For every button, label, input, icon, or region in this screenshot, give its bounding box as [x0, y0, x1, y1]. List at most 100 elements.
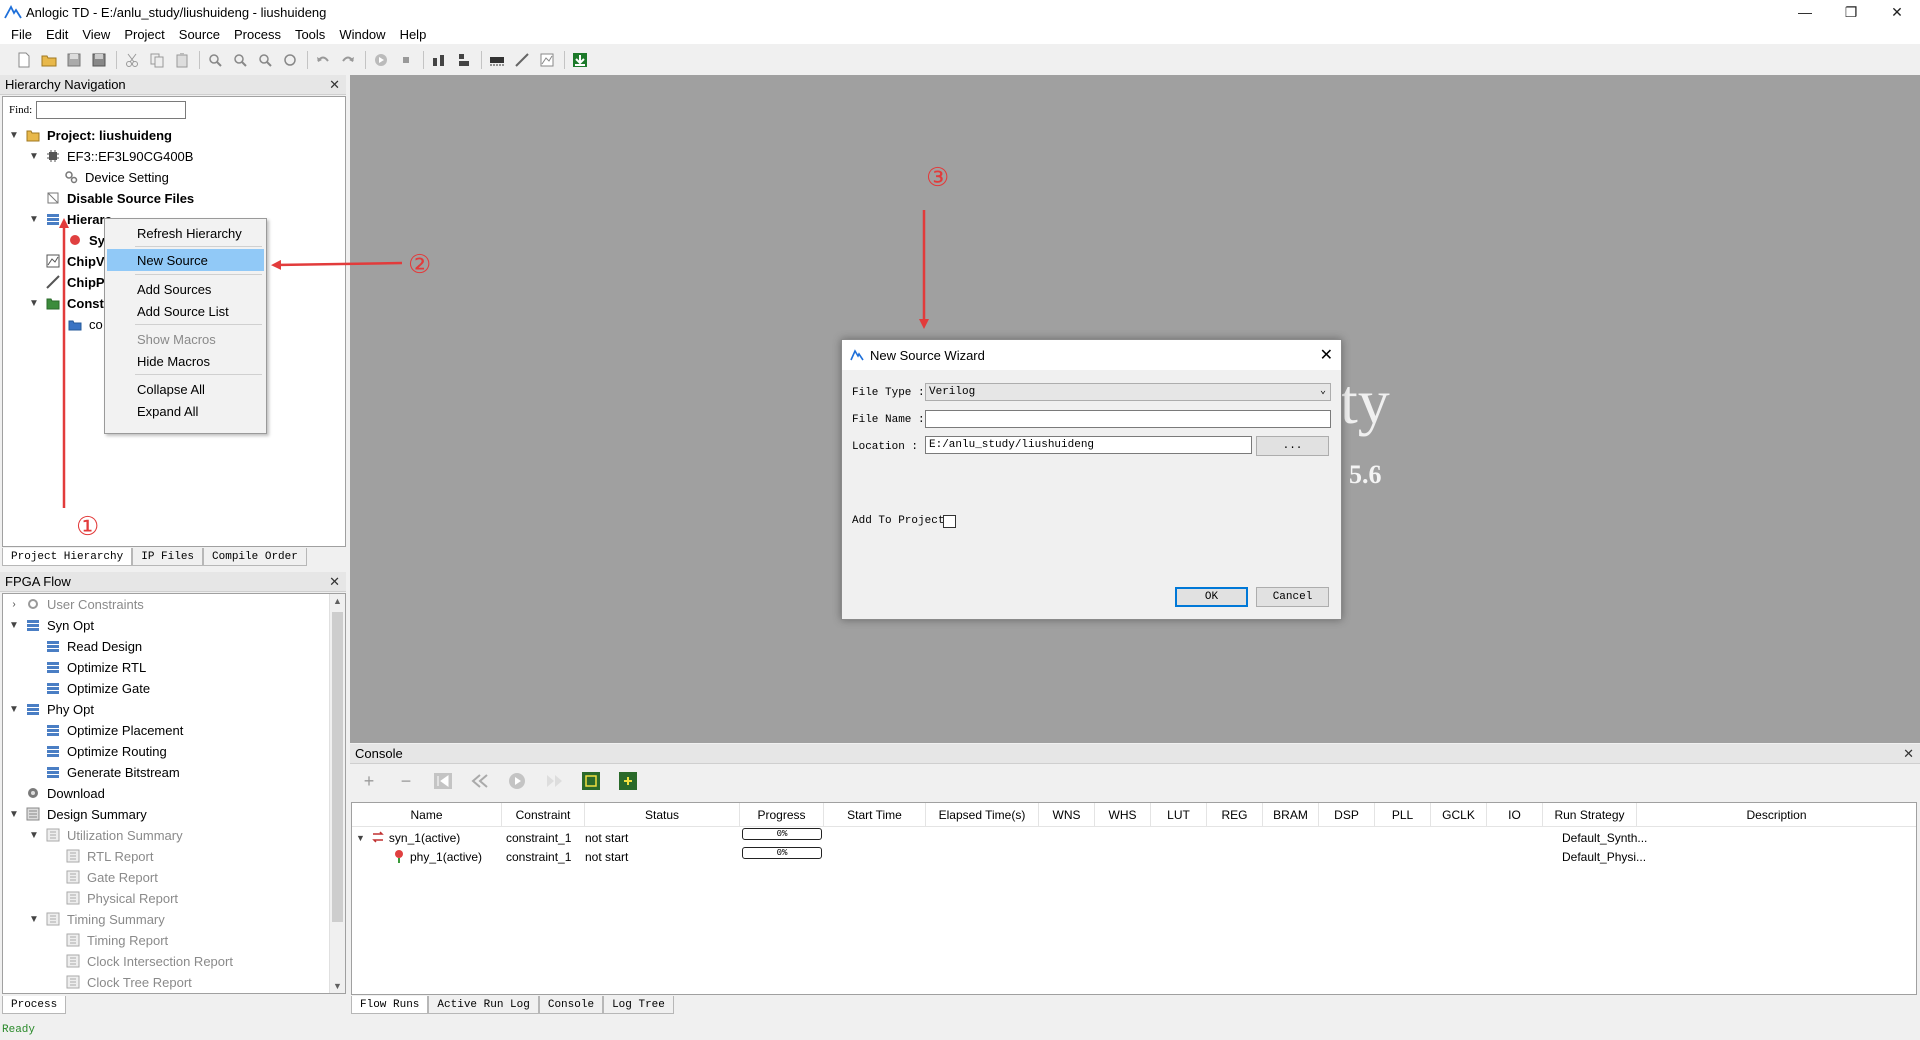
- flow-item-clock-intersection-report[interactable]: Clock Intersection Report: [65, 951, 233, 971]
- flow-item-read-design[interactable]: Read Design: [45, 636, 142, 656]
- back-icon[interactable]: [469, 770, 491, 792]
- launch-run-icon[interactable]: [580, 770, 602, 792]
- flow-item-design-summary[interactable]: ▼ Design Summary: [7, 804, 147, 824]
- find-input[interactable]: [36, 101, 187, 119]
- tab-flow-runs[interactable]: Flow Runs: [351, 996, 429, 1014]
- maximize-button[interactable]: ❐: [1828, 0, 1874, 24]
- flow-item-clock-tree-report[interactable]: Clock Tree Report: [65, 972, 192, 992]
- menu-item-refresh-hierarchy[interactable]: Refresh Hierarchy: [107, 222, 264, 244]
- menu-item-hide-macros[interactable]: Hide Macros: [107, 350, 264, 372]
- menu-item-show-macros[interactable]: Show Macros: [107, 328, 264, 350]
- step-forward-icon[interactable]: [543, 770, 565, 792]
- redo-icon[interactable]: [338, 50, 358, 70]
- chevron-down-icon[interactable]: ▼: [7, 809, 21, 820]
- column-header[interactable]: Status: [585, 803, 740, 827]
- chevron-down-icon[interactable]: ▼: [356, 833, 365, 843]
- tree-item-project[interactable]: ▼ Project: liushuideng: [7, 125, 172, 145]
- tab-process[interactable]: Process: [2, 996, 67, 1014]
- flow-item-user-constraints[interactable]: › User Constraints: [7, 594, 143, 614]
- location-input[interactable]: E:/anlu_study/liushuideng: [925, 436, 1252, 454]
- column-header[interactable]: Progress: [740, 803, 824, 827]
- chevron-down-icon[interactable]: ▼: [27, 214, 41, 225]
- tab-ip-files[interactable]: IP Files: [132, 548, 204, 566]
- menu-edit[interactable]: Edit: [39, 27, 75, 42]
- browse-button[interactable]: ...: [1256, 436, 1329, 456]
- column-header[interactable]: GCLK: [1431, 803, 1487, 827]
- tree-item-constraint-file[interactable]: co: [67, 314, 103, 334]
- menu-process[interactable]: Process: [227, 27, 288, 42]
- file-type-select[interactable]: Verilog ⌄: [925, 383, 1331, 401]
- column-header[interactable]: Start Time: [824, 803, 926, 827]
- scrollbar-thumb[interactable]: [332, 612, 343, 922]
- remove-icon[interactable]: −: [395, 770, 417, 792]
- find-icon[interactable]: [205, 50, 225, 70]
- chevron-down-icon[interactable]: ▼: [27, 298, 41, 309]
- tab-log-tree[interactable]: Log Tree: [603, 996, 674, 1014]
- tree-item-constraints[interactable]: ▼ Const: [27, 293, 104, 313]
- menu-tools[interactable]: Tools: [288, 27, 332, 42]
- menu-file[interactable]: File: [4, 27, 39, 42]
- flow-item-generate-bitstream[interactable]: Generate Bitstream: [45, 762, 180, 782]
- minimize-button[interactable]: —: [1782, 0, 1828, 24]
- close-window-button[interactable]: ✕: [1874, 0, 1920, 24]
- scroll-down-icon[interactable]: ▼: [333, 981, 342, 991]
- column-header[interactable]: DSP: [1319, 803, 1375, 827]
- run-icon[interactable]: [371, 50, 391, 70]
- probe-icon[interactable]: [512, 50, 532, 70]
- column-header[interactable]: WHS: [1095, 803, 1151, 827]
- tab-console[interactable]: Console: [538, 996, 604, 1014]
- undo-icon[interactable]: [313, 50, 333, 70]
- table-row[interactable]: phy_1(active): [392, 848, 482, 866]
- chevron-down-icon[interactable]: ▼: [27, 830, 41, 841]
- menu-view[interactable]: View: [75, 27, 117, 42]
- timing-icon[interactable]: [537, 50, 557, 70]
- menu-help[interactable]: Help: [393, 27, 434, 42]
- close-icon[interactable]: ✕: [1903, 746, 1914, 762]
- flow-item-utilization-summary[interactable]: ▼ Utilization Summary: [27, 825, 183, 845]
- tree-item-top-module[interactable]: Sy: [67, 230, 105, 250]
- menu-item-add-sources[interactable]: Add Sources: [107, 278, 264, 300]
- column-header[interactable]: PLL: [1375, 803, 1431, 827]
- menu-item-expand-all[interactable]: Expand All: [107, 400, 264, 422]
- copy-icon[interactable]: [147, 50, 167, 70]
- run-circle-icon[interactable]: [506, 770, 528, 792]
- flow-item-phy-opt[interactable]: ▼ Phy Opt: [7, 699, 94, 719]
- tech-view-icon[interactable]: [454, 50, 474, 70]
- stop-icon[interactable]: [396, 50, 416, 70]
- tree-item-chipwatcher[interactable]: ChipV: [45, 251, 105, 271]
- chevron-right-icon[interactable]: ›: [7, 599, 21, 610]
- chevron-down-icon[interactable]: ▼: [27, 151, 41, 162]
- tree-item-disable-source[interactable]: Disable Source Files: [45, 188, 194, 208]
- table-row[interactable]: ▼ syn_1(active): [356, 829, 460, 847]
- column-header[interactable]: IO: [1487, 803, 1543, 827]
- cut-icon[interactable]: [122, 50, 142, 70]
- replace-icon[interactable]: [280, 50, 300, 70]
- column-header[interactable]: WNS: [1039, 803, 1095, 827]
- flow-item-timing-summary[interactable]: ▼ Timing Summary: [27, 909, 165, 929]
- chip-viewer-icon[interactable]: [487, 50, 507, 70]
- flow-item-physical-report[interactable]: Physical Report: [65, 888, 178, 908]
- flow-item-download[interactable]: Download: [25, 783, 105, 803]
- menu-window[interactable]: Window: [332, 27, 392, 42]
- column-header[interactable]: Elapsed Time(s): [926, 803, 1039, 827]
- cancel-button[interactable]: Cancel: [1256, 587, 1329, 607]
- tab-compile-order[interactable]: Compile Order: [203, 548, 307, 566]
- add-icon[interactable]: +: [358, 770, 380, 792]
- launch-impl-icon[interactable]: [617, 770, 639, 792]
- column-header[interactable]: LUT: [1151, 803, 1207, 827]
- save-all-icon[interactable]: [89, 50, 109, 70]
- file-name-input[interactable]: [925, 410, 1331, 428]
- reset-run-icon[interactable]: [432, 770, 454, 792]
- new-file-icon[interactable]: [14, 50, 34, 70]
- column-header[interactable]: REG: [1207, 803, 1263, 827]
- ok-button[interactable]: OK: [1175, 587, 1248, 607]
- menu-item-collapse-all[interactable]: Collapse All: [107, 378, 264, 400]
- flow-scrollbar[interactable]: ▲ ▼: [329, 594, 345, 993]
- menu-project[interactable]: Project: [117, 27, 171, 42]
- flow-item-optimize-rtl[interactable]: Optimize RTL: [45, 657, 146, 677]
- tree-item-device[interactable]: ▼ EF3::EF3L90CG400B: [27, 146, 193, 166]
- tab-project-hierarchy[interactable]: Project Hierarchy: [2, 548, 133, 566]
- flow-item-timing-report[interactable]: Timing Report: [65, 930, 168, 950]
- close-icon[interactable]: ✕: [329, 77, 340, 93]
- menu-item-add-source-list[interactable]: Add Source List: [107, 300, 264, 322]
